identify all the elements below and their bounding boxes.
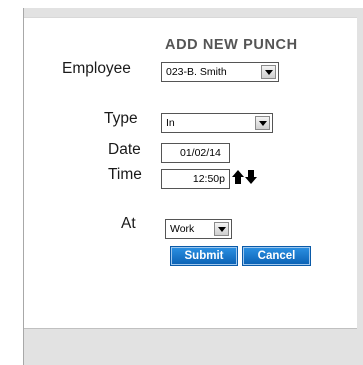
chevron-down-icon <box>255 116 270 130</box>
at-select-value: Work <box>170 223 195 235</box>
arrow-up-icon[interactable] <box>232 170 244 184</box>
type-select-value: In <box>166 117 175 129</box>
date-label: Date <box>108 141 141 158</box>
employee-label: Employee <box>62 60 131 77</box>
date-field[interactable]: 01/02/14 <box>161 143 230 163</box>
type-select[interactable]: In <box>161 113 273 133</box>
time-label: Time <box>108 166 142 183</box>
at-select[interactable]: Work <box>165 219 232 239</box>
at-label: At <box>121 215 136 232</box>
time-stepper <box>231 169 261 185</box>
date-field-value: 01/02/14 <box>180 147 221 159</box>
employee-select-value: 023-B. Smith <box>166 66 227 78</box>
chevron-down-icon <box>214 222 229 236</box>
employee-select[interactable]: 023-B. Smith <box>161 62 279 82</box>
arrow-down-icon[interactable] <box>245 170 257 184</box>
submit-button[interactable]: Submit <box>170 246 238 266</box>
time-field[interactable]: 12:50p <box>161 169 230 189</box>
time-field-value: 12:50p <box>192 173 225 185</box>
form-title: ADD NEW PUNCH <box>165 37 298 53</box>
chevron-down-icon <box>261 65 276 79</box>
type-label: Type <box>104 110 138 127</box>
cancel-button[interactable]: Cancel <box>242 246 311 266</box>
